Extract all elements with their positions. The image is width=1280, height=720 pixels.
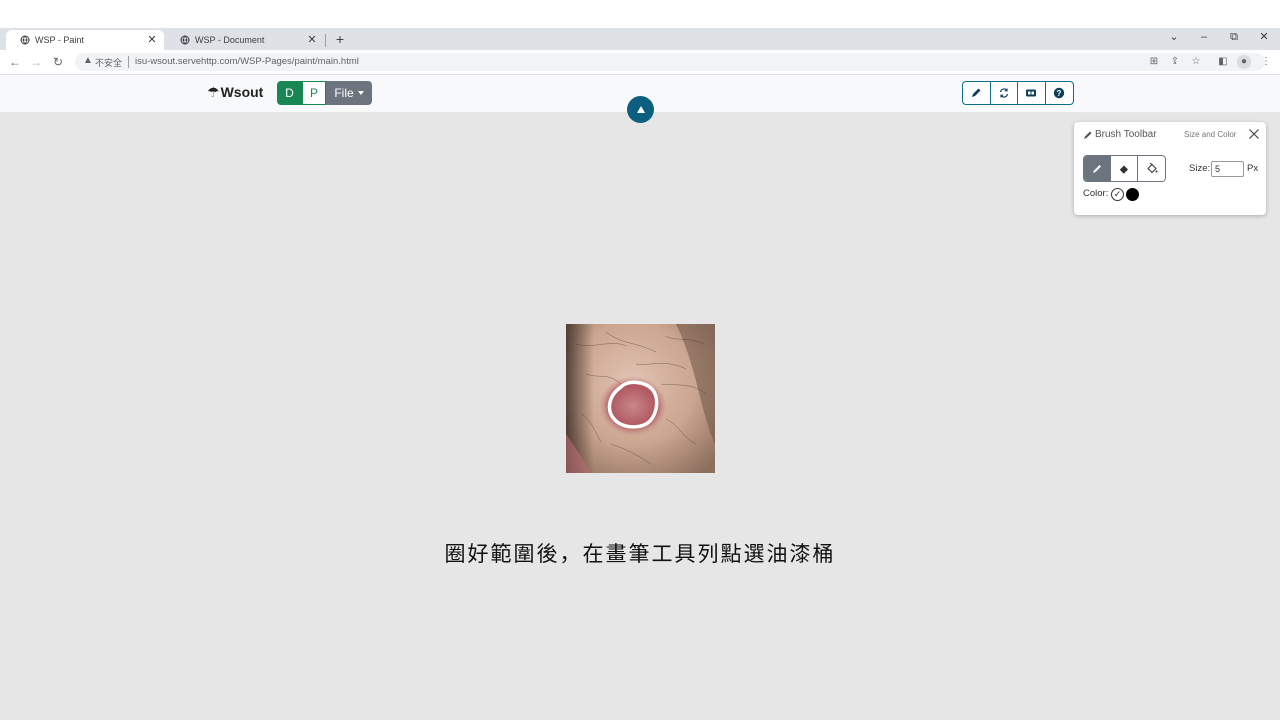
warning-icon[interactable]: ▲ [83,55,93,66]
tab-search-button[interactable]: ⌄ [1164,29,1184,45]
address-bar[interactable]: ▲ 不安全 isu-wsout.servehttp.com/WSP-Pages/… [75,53,1265,71]
restore-button[interactable]: ⧉ [1224,29,1244,45]
top-strip [0,0,1280,28]
mode-p-button[interactable]: P [302,81,326,105]
close-window-button[interactable]: ✕ [1254,29,1274,45]
tab-title: WSP - Paint [35,35,84,45]
triangle-up-icon [636,106,645,113]
omnibox-divider [128,56,129,68]
pencil-icon [972,88,981,97]
close-tab-icon[interactable]: ✕ [146,33,158,46]
brush-toolbar-title-text: Brush Toolbar [1095,129,1157,140]
ocr-icon [1026,89,1037,97]
caret-down-icon [357,91,364,95]
collapse-toggle-button[interactable] [627,96,654,123]
mode-button-group: D P File [277,81,372,105]
side-panel-icon[interactable]: ◧ [1216,55,1230,69]
security-label[interactable]: 不安全 [95,56,122,69]
globe-icon [180,35,190,45]
refresh-icon [999,88,1008,98]
file-menu-label: File [334,86,354,100]
skin-lesion-image [566,324,715,473]
eraser-icon [1119,165,1128,174]
pencil-icon [1084,131,1092,139]
tab-title: WSP - Document [195,35,265,45]
refresh-tool-button[interactable] [991,82,1018,104]
brush-size-input[interactable] [1211,161,1244,177]
file-menu-button[interactable]: File [326,81,372,105]
brand-name: Wsout [220,84,264,100]
bookmark-star-icon[interactable]: ☆ [1189,55,1203,69]
mode-d-button[interactable]: D [277,81,302,105]
globe-icon [20,35,30,45]
eraser-mode-button[interactable] [1111,156,1138,181]
browser-menu-icon[interactable]: ⋮ [1259,55,1273,69]
profile-avatar-icon[interactable]: ● [1237,55,1251,69]
umbrella-icon: ☂ [207,84,220,100]
browser-toolbar: ← → ↻ ▲ 不安全 isu-wsout.servehttp.com/WSP-… [0,50,1280,75]
svg-text:?: ? [1057,89,1062,98]
pencil-tool-button[interactable] [963,82,991,104]
close-icon[interactable] [1247,127,1261,141]
brush-mode-button[interactable] [1084,156,1111,181]
current-color-swatch[interactable] [1126,188,1139,201]
brush-toolbar-subtitle: Size and Color [1184,130,1237,139]
new-tab-button[interactable]: + [333,30,347,48]
brush-mode-group [1083,155,1166,182]
color-picker-button[interactable]: ✓ [1111,188,1124,201]
help-icon: ? [1054,87,1065,99]
url-text[interactable]: isu-wsout.servehttp.com/WSP-Pages/paint/… [135,56,359,67]
tab-wsp-paint[interactable]: WSP - Paint ✕ [6,30,164,50]
fill-bucket-icon [1146,162,1157,173]
minimize-button[interactable]: – [1194,29,1214,45]
back-button[interactable]: ← [8,54,22,70]
fill-bucket-mode-button[interactable] [1138,156,1165,181]
forward-button[interactable]: → [29,54,43,70]
close-tab-icon[interactable]: ✕ [306,33,318,46]
color-label: Color: [1083,188,1109,199]
skin-photo [566,324,715,473]
browser-tab-strip: WSP - Paint ✕ WSP - Document ✕ [0,28,1280,50]
brush-toolbar-title: Brush Toolbar [1083,129,1157,140]
reload-button[interactable]: ↻ [51,54,65,70]
brush-icon [1093,164,1101,173]
instruction-caption: 圈好範圍後，在畫筆工具列點選油漆桶 [444,542,836,566]
ocr-tool-button[interactable] [1018,82,1046,104]
help-tool-button[interactable]: ? [1046,82,1074,104]
brand[interactable]: ☂Wsout [207,84,263,101]
translate-icon[interactable]: ⊞ [1147,55,1161,69]
tab-divider [325,34,326,47]
brush-toolbar-panel: Brush Toolbar Size and Color Size: Px Co [1074,122,1266,215]
size-label: Size: [1189,163,1211,174]
tool-button-group: ? [962,81,1074,105]
share-icon[interactable]: ⇪ [1168,55,1182,69]
tab-wsp-document[interactable]: WSP - Document ✕ [166,30,324,50]
size-unit-label: Px [1247,163,1259,174]
